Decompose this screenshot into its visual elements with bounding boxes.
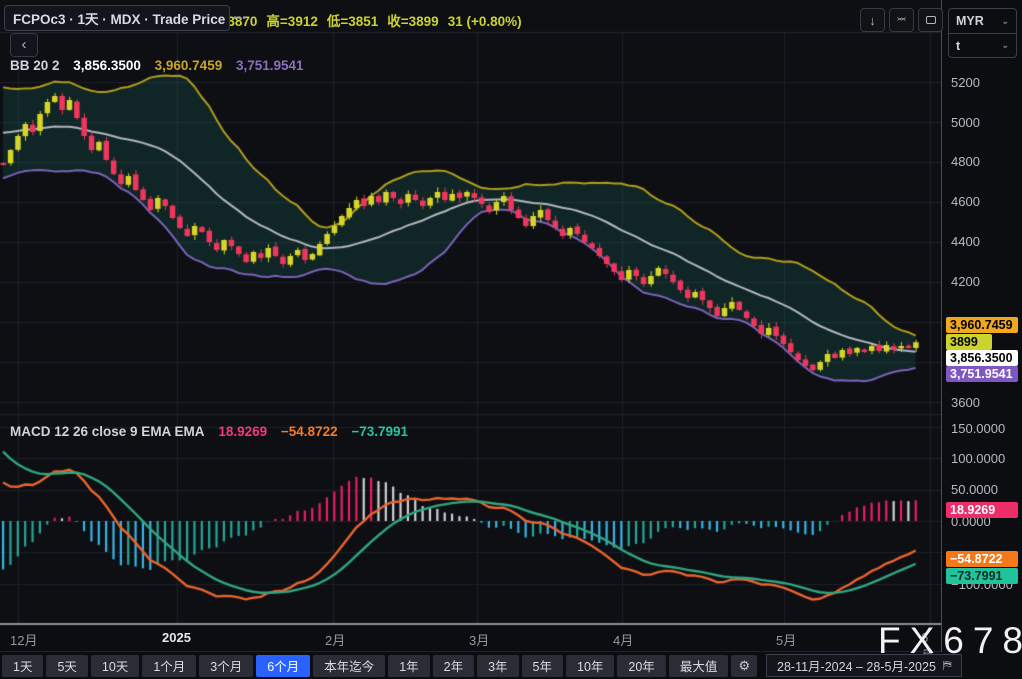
- currency-dropdown[interactable]: MYR ⌄: [949, 9, 1016, 33]
- ohlc-readout: 开=3870 高=3912 低=3851 收=3899 31 (+0.80%): [206, 10, 531, 30]
- range-button-max[interactable]: 最大值: [668, 654, 729, 677]
- time-axis[interactable]: 12月 2025 2月 3月 4月 5月 6月: [0, 626, 941, 663]
- unit-dropdown[interactable]: t ⌄: [949, 33, 1016, 57]
- macd-title: MACD 12 26 close 9 EMA EMA: [10, 424, 205, 439]
- symbol-title: FCPOc3 · 1天 · MDX · Trade Price: [13, 12, 226, 27]
- range-button-2y[interactable]: 2年: [432, 654, 475, 677]
- bb-upper-price-badge: 3,960.7459: [946, 317, 1018, 333]
- price-tick: 3600: [951, 395, 980, 410]
- fx678-watermark: FX678®: [878, 620, 1022, 661]
- collapse-pane-button[interactable]: ︿ ﹀: [889, 8, 914, 32]
- range-button-3y[interactable]: 3年: [477, 654, 519, 677]
- time-label: 12月: [10, 633, 38, 648]
- range-button-1m[interactable]: 1个月: [142, 654, 197, 677]
- range-button-5y[interactable]: 5年: [521, 654, 563, 677]
- bollinger-legend[interactable]: BB 20 2 3,856.3500 3,960.7459 3,751.9541: [10, 58, 304, 73]
- collapse-legend-button[interactable]: ‹: [10, 33, 38, 57]
- gear-icon: ⚙: [738, 657, 751, 673]
- bb-lower-price-badge: 3,751.9541: [946, 366, 1018, 382]
- bb-upper-value: 3,960.7459: [154, 58, 223, 73]
- range-button-5d[interactable]: 5天: [46, 654, 88, 677]
- time-label-year: 2025: [162, 630, 191, 645]
- more-options-icon[interactable]: •••: [233, 13, 247, 24]
- bb-mid-price-badge: 3,856.3500: [946, 350, 1018, 366]
- macd-hist-badge: 18.9269: [946, 502, 1018, 518]
- chevron-down-icon: ⌄: [1001, 40, 1009, 50]
- ohlc-low: 低=3851: [326, 14, 379, 29]
- range-button-1y[interactable]: 1年: [388, 654, 430, 677]
- macd-signal-value: −73.7991: [351, 424, 409, 439]
- price-axis[interactable]: MYR ⌄ t ⌄ 5200 5000 4800 4600 4400 4200 …: [941, 0, 1022, 652]
- range-button-10d[interactable]: 10天: [90, 654, 140, 677]
- axis-unit-selector: MYR ⌄ t ⌄: [948, 8, 1017, 58]
- macd-line-value: −54.8722: [280, 424, 338, 439]
- price-tick: 4400: [951, 234, 980, 249]
- macd-hist-value: 18.9269: [218, 424, 268, 439]
- time-label: 2月: [325, 633, 346, 648]
- ohlc-close: 收=3899: [387, 14, 439, 29]
- range-settings-button[interactable]: ⚙: [731, 654, 758, 677]
- macd-line-badge: −54.8722: [946, 551, 1018, 567]
- collapse-pane-icon: ︿ ﹀: [896, 12, 906, 27]
- ohlc-high: 高=3912: [266, 14, 318, 29]
- bb-title: BB 20 2: [10, 58, 60, 73]
- macd-tick: 100.0000: [951, 451, 1006, 466]
- pane-controls: ↓ ︿ ﹀: [860, 8, 943, 32]
- price-tick: 4200: [951, 274, 980, 289]
- range-button-1d[interactable]: 1天: [2, 654, 44, 677]
- symbol-legend[interactable]: FCPOc3 · 1天 · MDX · Trade Price •••: [4, 5, 246, 31]
- ohlc-change: 31 (+0.80%): [447, 14, 522, 29]
- last-price-badge: 3899: [946, 334, 992, 350]
- range-button-10y[interactable]: 10年: [566, 654, 615, 677]
- macd-tick: 150.0000: [951, 421, 1006, 436]
- maximize-icon: [925, 16, 936, 24]
- macd-signal-badge: −73.7991: [946, 568, 1018, 584]
- range-button-3m[interactable]: 3个月: [199, 654, 254, 677]
- price-tick: 4800: [951, 154, 980, 169]
- bb-lower-value: 3,751.9541: [235, 58, 304, 73]
- chevron-down-icon: ⌄: [1001, 15, 1009, 26]
- price-tick: 4600: [951, 194, 980, 209]
- trading-terminal: 开=3870 高=3912 低=3851 收=3899 31 (+0.80%) FCPO…: [0, 0, 1022, 679]
- range-button-20y[interactable]: 20年: [617, 654, 666, 677]
- macd-legend[interactable]: MACD 12 26 close 9 EMA EMA 18.9269 −54.8…: [10, 424, 408, 439]
- time-label: 4月: [613, 633, 634, 648]
- time-label: 5月: [776, 633, 797, 648]
- range-button-6m-selected[interactable]: 6个月: [256, 654, 311, 677]
- time-label: 3月: [469, 633, 490, 648]
- range-button-ytd[interactable]: 本年迄今: [313, 654, 386, 677]
- price-tick: 5000: [951, 115, 980, 130]
- maximize-pane-button[interactable]: [918, 8, 943, 32]
- bb-mid-value: 3,856.3500: [73, 58, 141, 73]
- price-chart-canvas[interactable]: [0, 0, 941, 626]
- price-tick: 5200: [951, 75, 980, 90]
- macd-tick: 50.0000: [951, 482, 998, 497]
- range-toolbar: 1天 5天 10天 1个月 3个月 6个月 本年迄今 1年 2年 3年 5年 1…: [0, 651, 1022, 679]
- scroll-to-recent-button[interactable]: ↓: [860, 8, 885, 32]
